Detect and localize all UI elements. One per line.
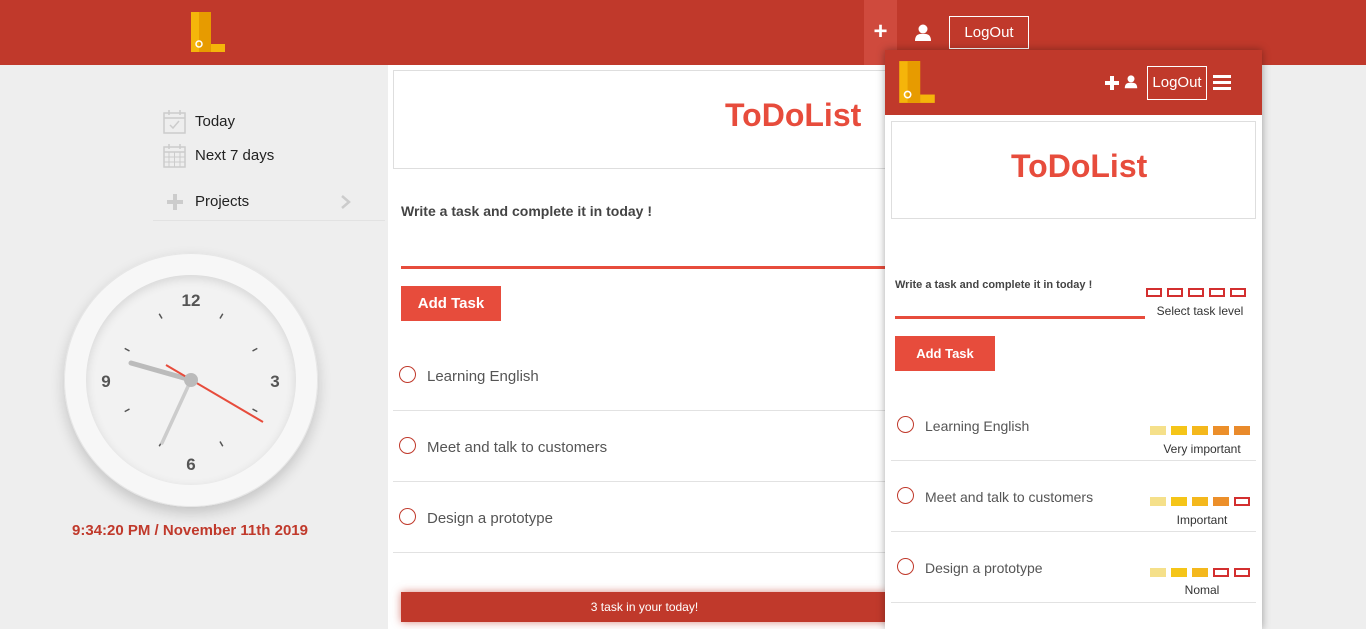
task-label: Learning English bbox=[925, 418, 1030, 434]
task-label: Learning English bbox=[427, 368, 539, 385]
sidebar-item-projects[interactable]: Projects bbox=[163, 190, 353, 214]
task-level-indicator bbox=[1150, 426, 1250, 436]
calendar-grid-icon bbox=[163, 144, 186, 168]
level-box bbox=[1192, 497, 1208, 506]
level-box bbox=[1213, 497, 1229, 506]
mobile-logout-button[interactable]: LogOut bbox=[1147, 66, 1207, 100]
level-box bbox=[1150, 497, 1166, 506]
level-box bbox=[1171, 568, 1187, 577]
level-option-box[interactable] bbox=[1209, 288, 1225, 297]
task-label: Meet and talk to customers bbox=[925, 489, 1094, 505]
task-divider bbox=[393, 481, 888, 482]
level-box bbox=[1234, 497, 1250, 506]
page-title: ToDoList bbox=[725, 97, 862, 133]
task-checkbox[interactable] bbox=[399, 508, 416, 525]
clock-datetime: 9:34:20 PM / November 11th 2019 bbox=[72, 522, 308, 539]
task-input[interactable] bbox=[401, 228, 888, 266]
task-prompt: Write a task and complete it in today ! bbox=[401, 203, 653, 219]
task-level-indicator bbox=[1150, 497, 1250, 507]
mobile-task-input[interactable] bbox=[895, 295, 1145, 316]
level-option-box[interactable] bbox=[1146, 288, 1162, 297]
task-count-bar: 3 task in your today! bbox=[401, 592, 888, 622]
task-label: Design a prototype bbox=[427, 510, 553, 527]
task-divider bbox=[891, 602, 1256, 603]
clock-number-6: 6 bbox=[186, 455, 195, 474]
user-icon[interactable] bbox=[914, 24, 932, 42]
sidebar-item-label: Projects bbox=[195, 193, 250, 210]
level-box bbox=[1150, 426, 1166, 435]
mobile-preview: LogOut ToDoList Write a task and complet… bbox=[885, 50, 1262, 629]
task-checkbox[interactable] bbox=[897, 487, 914, 504]
chevron-right-icon bbox=[341, 195, 351, 209]
clock-number-3: 3 bbox=[270, 372, 279, 391]
title-card: ToDoList bbox=[393, 70, 888, 169]
level-option-box[interactable] bbox=[1230, 288, 1246, 297]
level-box bbox=[1192, 426, 1208, 435]
logout-button[interactable]: LogOut bbox=[949, 16, 1029, 49]
analog-clock: 12 3 6 9 bbox=[64, 253, 318, 507]
task-level-label: Very important bbox=[1163, 442, 1241, 456]
task-divider bbox=[393, 552, 888, 553]
task-divider bbox=[891, 531, 1256, 532]
task-checkbox[interactable] bbox=[897, 558, 914, 575]
mobile-task-input-underline bbox=[895, 316, 1145, 319]
mobile-app-logo bbox=[899, 61, 935, 103]
sidebar-item-label: Today bbox=[195, 113, 236, 130]
clock-face: 12 3 6 9 bbox=[86, 275, 296, 485]
select-level-label: Select task level bbox=[1156, 304, 1244, 318]
task-label: Design a prototype bbox=[925, 560, 1043, 576]
task-divider bbox=[393, 410, 888, 411]
mobile-plus-icon[interactable] bbox=[1105, 76, 1119, 90]
task-checkbox[interactable] bbox=[399, 437, 416, 454]
mobile-user-icon[interactable] bbox=[1124, 74, 1138, 90]
hamburger-menu-icon[interactable] bbox=[1212, 75, 1232, 91]
level-box bbox=[1150, 568, 1166, 577]
clock-second-hand bbox=[165, 364, 264, 423]
add-task-button[interactable]: Add Task bbox=[401, 286, 501, 321]
level-box bbox=[1171, 497, 1187, 506]
level-box bbox=[1213, 568, 1229, 577]
clock-minute-hand bbox=[160, 378, 193, 445]
clock-hour-hand bbox=[128, 360, 194, 383]
task-label: Meet and talk to customers bbox=[427, 439, 608, 456]
mobile-title-card: ToDoList bbox=[891, 121, 1256, 219]
calendar-check-icon bbox=[163, 110, 186, 134]
level-option-box[interactable] bbox=[1167, 288, 1183, 297]
level-box bbox=[1171, 426, 1187, 435]
mobile-page-title: ToDoList bbox=[1011, 148, 1148, 184]
mobile-add-task-button[interactable]: Add Task bbox=[895, 336, 995, 371]
task-level-indicator bbox=[1150, 568, 1250, 578]
level-box bbox=[1234, 568, 1250, 577]
level-option-box[interactable] bbox=[1188, 288, 1204, 297]
task-input-underline bbox=[401, 266, 888, 269]
level-box bbox=[1213, 426, 1229, 435]
sidebar-item-label: Next 7 days bbox=[195, 147, 275, 164]
sidebar-divider bbox=[153, 220, 385, 221]
mobile-task-prompt: Write a task and complete it in today ! bbox=[895, 279, 1093, 291]
plus-icon bbox=[167, 194, 183, 210]
task-checkbox[interactable] bbox=[897, 416, 914, 433]
clock-number-9: 9 bbox=[101, 372, 110, 391]
task-level-label: Nomal bbox=[1184, 583, 1220, 597]
level-box bbox=[1234, 426, 1250, 435]
task-level-label: Important bbox=[1176, 513, 1228, 527]
clock-number-12: 12 bbox=[182, 291, 201, 310]
mobile-level-selector[interactable] bbox=[1146, 288, 1246, 300]
task-divider bbox=[891, 460, 1256, 461]
app-logo bbox=[191, 12, 225, 52]
task-checkbox[interactable] bbox=[399, 366, 416, 383]
level-box bbox=[1192, 568, 1208, 577]
